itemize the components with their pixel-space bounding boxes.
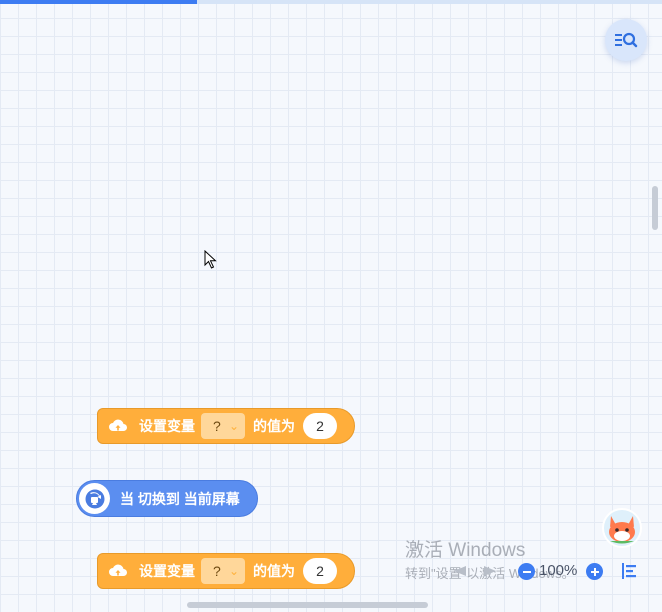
loading-bar bbox=[0, 0, 662, 4]
block-search-button[interactable] bbox=[605, 19, 647, 61]
screen-switch-event-block[interactable]: 当 切换到 当前屏幕 bbox=[76, 480, 258, 517]
block-middle-label: 的值为 bbox=[253, 563, 295, 579]
activation-watermark-title: 激活 Windows bbox=[405, 540, 526, 561]
horizontal-scrollbar[interactable] bbox=[187, 602, 428, 608]
screen-switch-icon bbox=[79, 483, 110, 514]
set-variable-block[interactable]: 设置变量 ? ⌄ 的值为 2 bbox=[97, 408, 355, 444]
align-blocks-icon[interactable] bbox=[620, 562, 638, 580]
value-input[interactable]: 2 bbox=[303, 558, 337, 584]
zoom-out-button[interactable] bbox=[518, 563, 535, 580]
fox-mascot-icon[interactable] bbox=[602, 508, 642, 548]
chevron-down-icon: ⌄ bbox=[228, 564, 239, 578]
variable-dropdown[interactable]: ? ⌄ bbox=[201, 413, 245, 439]
zoom-level: 100% bbox=[539, 562, 578, 579]
zoom-in-button[interactable] bbox=[586, 563, 603, 580]
chevron-down-icon: ⌄ bbox=[228, 419, 239, 433]
block-workspace[interactable]: 设置变量 ? ⌄ 的值为 2 当 切换到 当前屏幕 设置变量 ? ⌄ 的值为 2… bbox=[0, 0, 662, 612]
minus-icon bbox=[522, 570, 531, 573]
event-block-label: 当 切换到 当前屏幕 bbox=[120, 490, 240, 507]
cloud-upload-icon bbox=[107, 560, 129, 582]
list-search-icon bbox=[615, 32, 638, 48]
variable-dropdown[interactable]: ? ⌄ bbox=[201, 558, 245, 584]
block-label: 设置变量 bbox=[139, 418, 195, 434]
block-label: 设置变量 bbox=[139, 563, 195, 579]
block-middle-label: 的值为 bbox=[253, 418, 295, 434]
loading-bar-fill bbox=[0, 0, 197, 4]
vertical-scrollbar[interactable] bbox=[652, 186, 658, 230]
value-input[interactable]: 2 bbox=[303, 413, 337, 439]
plus-icon bbox=[590, 567, 599, 576]
variable-value: ? bbox=[213, 418, 221, 434]
variable-value: ? bbox=[213, 563, 221, 579]
mouse-cursor-icon bbox=[204, 250, 217, 269]
cloud-upload-icon bbox=[107, 415, 129, 437]
nav-arrows-icon[interactable] bbox=[452, 564, 502, 578]
set-variable-block[interactable]: 设置变量 ? ⌄ 的值为 2 bbox=[97, 553, 355, 589]
